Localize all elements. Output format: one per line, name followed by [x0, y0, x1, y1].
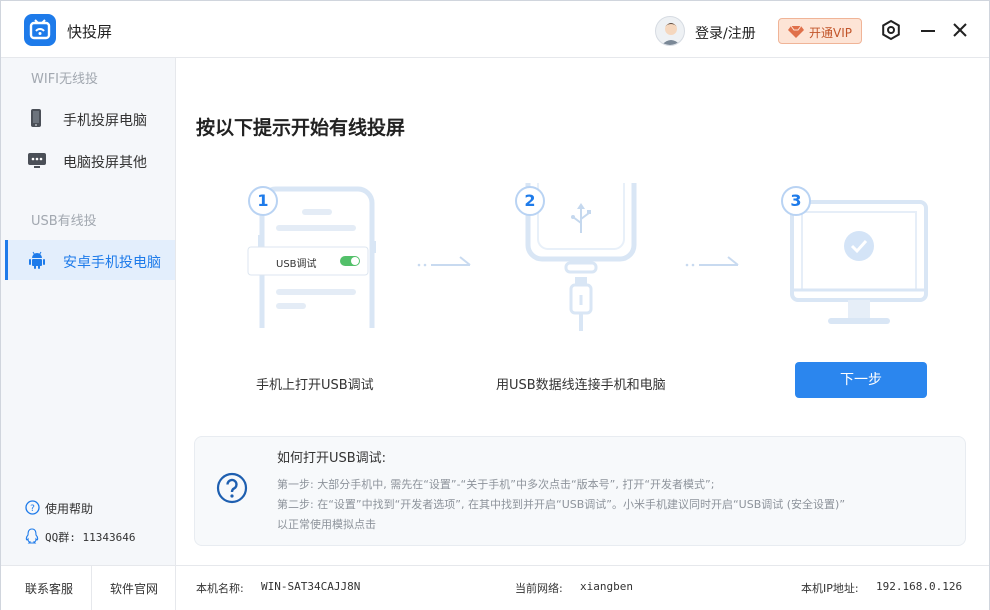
usb-debug-help-box: 如何打开USB调试: 第一步: 大部分手机中, 需先在“设置”-“关于手机”中多…: [194, 436, 966, 546]
machine-name-label: 本机名称:: [196, 582, 244, 595]
network-value: xiangben: [580, 580, 633, 593]
ip-address-value: 192.168.0.126: [876, 580, 963, 593]
ip-address-label: 本机IP地址:: [801, 582, 859, 595]
app-title: 快投屏: [67, 23, 113, 41]
minimize-icon[interactable]: [917, 19, 939, 41]
app-logo-icon: [24, 14, 56, 46]
sidebar-item-android-to-pc[interactable]: 安卓手机投电脑: [5, 240, 175, 280]
section-label-usb: USB有线投: [31, 214, 97, 229]
help-icon: ?: [25, 500, 40, 518]
help-box-line: 第一步: 大部分手机中, 需先在“设置”-“关于手机”中多次点击“版本号”, 打…: [277, 478, 715, 491]
phone-icon: [27, 108, 45, 132]
step-number: 1: [248, 186, 278, 216]
page-title: 按以下提示开始有线投屏: [196, 117, 406, 139]
step-number: 2: [515, 186, 545, 216]
contact-support-link[interactable]: 联系客服: [25, 580, 73, 597]
svg-text:?: ?: [30, 504, 35, 514]
help-box-line: 第二步: 在“设置”中找到“开发者选项”, 在其中找到并开启“USB调试”。小米…: [277, 498, 846, 511]
vip-label: 开通VIP: [809, 26, 852, 40]
footer-divider: [91, 566, 92, 610]
app-window: 快投屏 登录/注册 开通VIP WIFI无线投 手机投屏电脑 电脑投屏其他 US…: [0, 0, 990, 610]
qq-label: QQ群: 11343646: [45, 531, 136, 544]
close-icon[interactable]: [949, 19, 971, 41]
sidebar-item-label: 电脑投屏其他: [63, 155, 147, 171]
vip-button[interactable]: 开通VIP: [778, 18, 862, 44]
settings-icon[interactable]: [880, 19, 902, 41]
step-caption: 用USB数据线连接手机和电脑: [496, 378, 666, 393]
help-box-line: 以正常使用模拟点击: [277, 518, 376, 531]
android-icon: [27, 250, 47, 274]
avatar[interactable]: [655, 16, 685, 46]
next-step-button[interactable]: 下一步: [795, 362, 927, 398]
footer-divider: [175, 566, 176, 610]
sidebar-item-label: 手机投屏电脑: [63, 113, 147, 129]
network-label: 当前网络:: [515, 582, 563, 595]
help-box-title: 如何打开USB调试:: [277, 451, 387, 466]
monitor-icon: [27, 150, 47, 174]
question-icon: [216, 472, 248, 504]
sidebar-item-label: 安卓手机投电脑: [63, 255, 161, 271]
computer-monitor-illustration: [790, 200, 928, 324]
step-number: 3: [781, 186, 811, 216]
diamond-icon: [788, 25, 804, 38]
qq-group: QQ群: 11343646: [25, 528, 135, 547]
official-website-link[interactable]: 软件官网: [110, 580, 158, 597]
sidebar-item-phone-to-pc[interactable]: 手机投屏电脑: [5, 98, 175, 138]
status-bar: 联系客服 软件官网 本机名称: WIN-SAT34CAJJ8N 当前网络: xi…: [1, 565, 989, 610]
help-link[interactable]: ? 使用帮助: [25, 500, 93, 518]
sidebar-item-pc-to-other[interactable]: 电脑投屏其他: [5, 140, 175, 180]
step-caption: 手机上打开USB调试: [256, 378, 374, 393]
sidebar: WIFI无线投 手机投屏电脑 电脑投屏其他 USB有线投 安卓手机投电脑 ? 使…: [1, 58, 176, 565]
login-register-link[interactable]: 登录/注册: [695, 23, 756, 43]
help-label: 使用帮助: [45, 502, 94, 516]
section-label-wifi: WIFI无线投: [31, 72, 98, 87]
machine-name-value: WIN-SAT34CAJJ8N: [261, 580, 361, 593]
arrow-right-icon: [685, 256, 739, 267]
usb-debug-toggle-label: USB调试: [276, 259, 317, 270]
arrow-right-icon: [417, 256, 471, 267]
qq-icon: [25, 528, 39, 547]
title-bar: 快投屏 登录/注册 开通VIP: [1, 1, 989, 58]
main-panel: 按以下提示开始有线投屏 USB调试 1 2 3 手机上打开USB调试 用USB数…: [176, 58, 989, 565]
